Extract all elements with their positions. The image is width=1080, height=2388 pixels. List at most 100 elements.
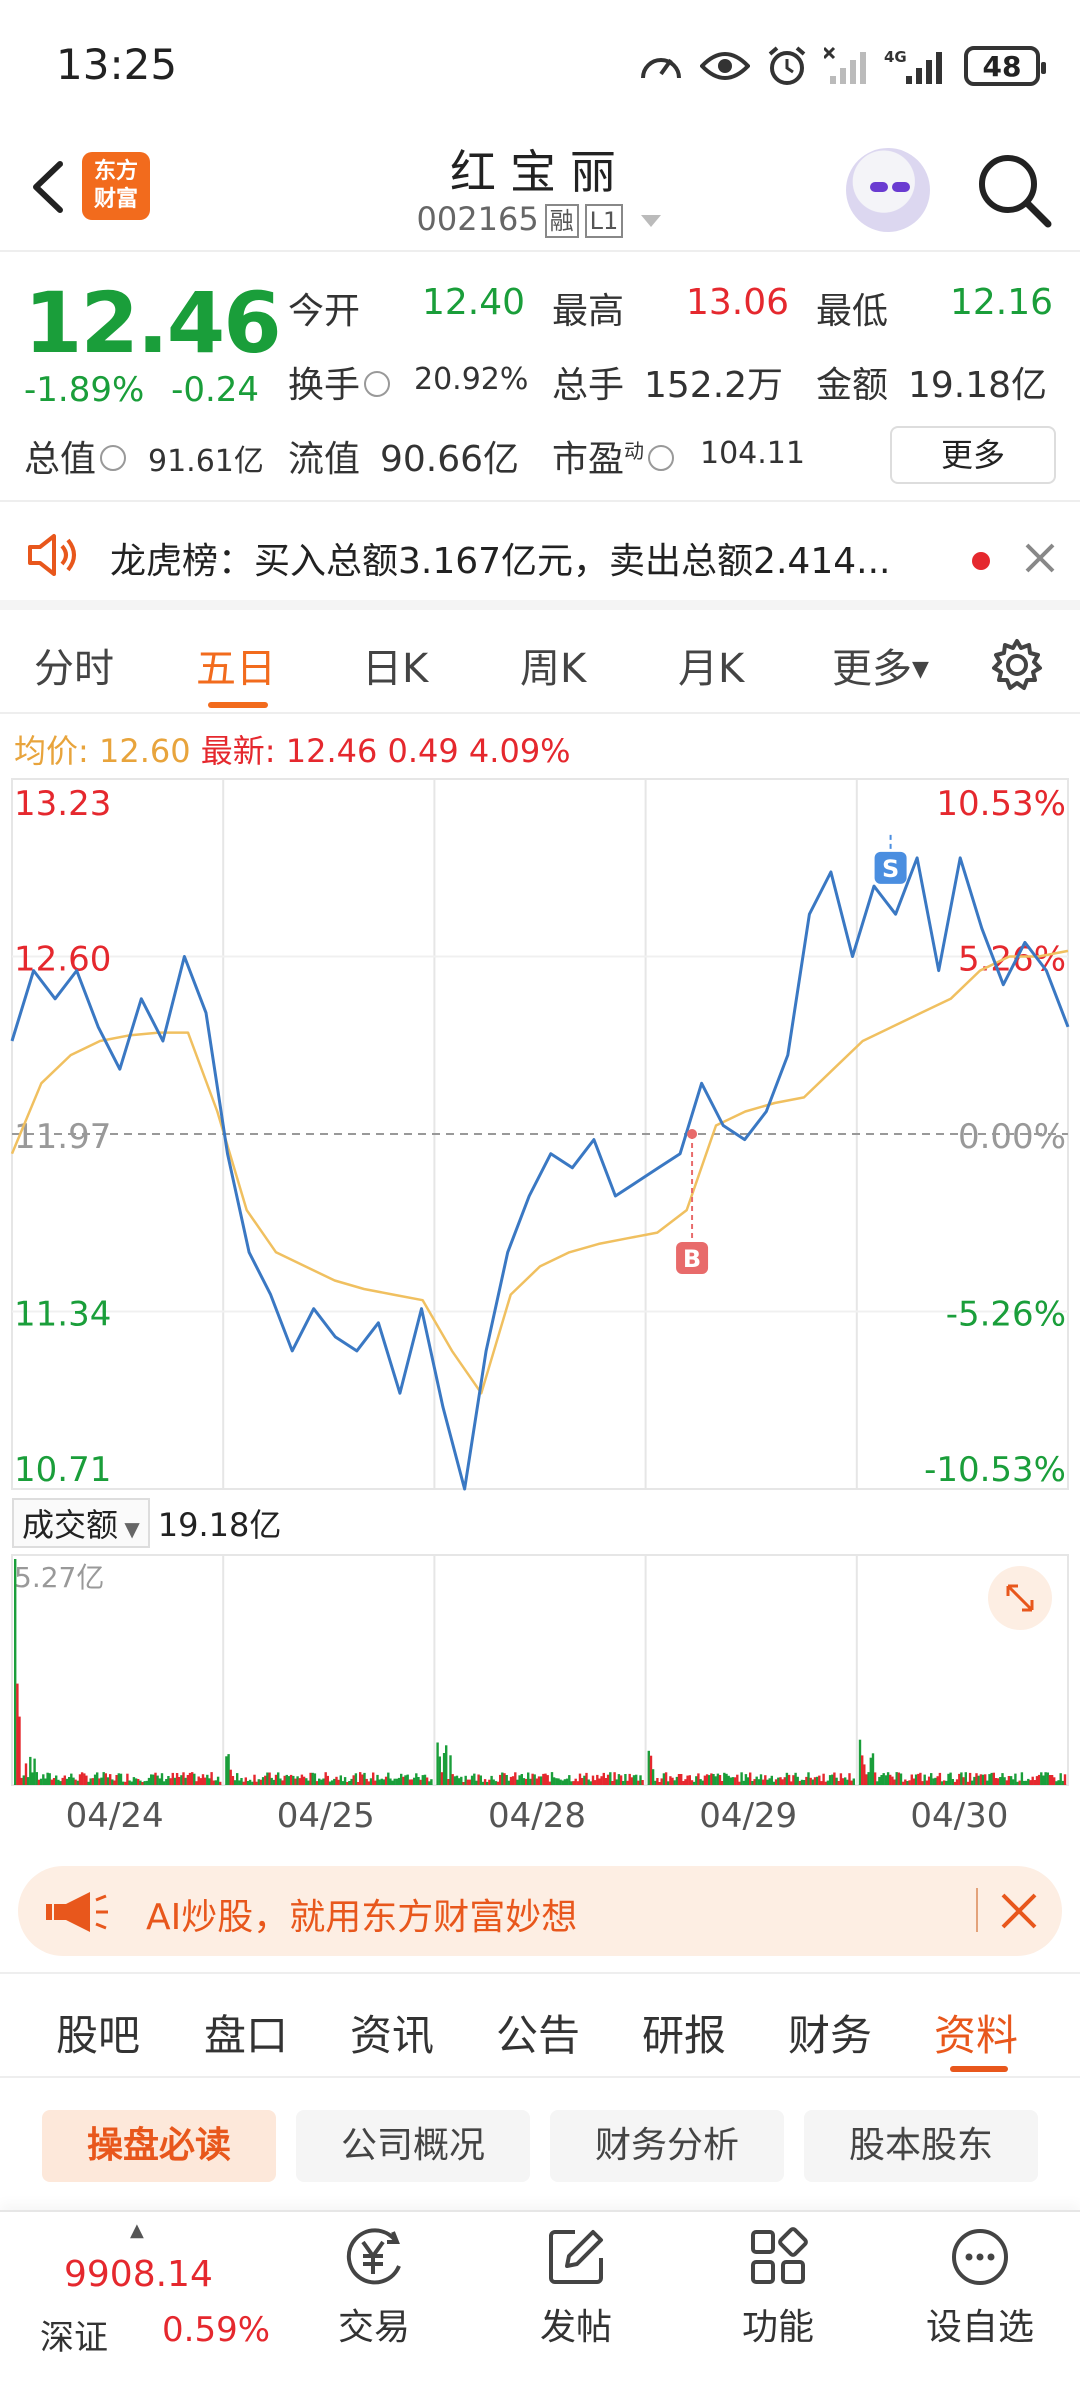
volume-bar <box>391 1780 394 1785</box>
close-icon[interactable] <box>1024 542 1056 574</box>
volume-bar <box>628 1773 631 1785</box>
info-icon[interactable] <box>100 445 127 471</box>
tab-announcements[interactable]: 公告 <box>496 2002 580 2063</box>
tab-five-day[interactable]: 五日 <box>196 636 276 694</box>
dropdown-icon: ▼ <box>912 657 929 682</box>
dropdown-icon <box>641 215 662 227</box>
close-icon[interactable] <box>1000 1892 1038 1930</box>
high-value: 13.06 <box>686 282 790 323</box>
tab-daily-k[interactable]: 日K <box>362 636 428 694</box>
volume-bar <box>637 1780 640 1785</box>
volume-bar <box>953 1781 957 1785</box>
volume-bar <box>145 1780 149 1785</box>
volume-bar <box>660 1778 663 1785</box>
volume-bar <box>611 1781 614 1785</box>
volume-bar <box>772 1781 776 1785</box>
volume-bar <box>311 1772 314 1785</box>
nav-functions[interactable]: 功能 <box>708 2226 848 2350</box>
settings-gear-icon[interactable] <box>990 638 1044 692</box>
volume-bar <box>162 1781 166 1785</box>
volume-bar <box>1040 1772 1043 1785</box>
volume-bar <box>423 1774 427 1785</box>
search-icon[interactable] <box>974 150 1054 230</box>
info-icon[interactable] <box>648 445 675 471</box>
ad-banner[interactable]: AI炒股，就用东方财富妙想 <box>18 1866 1062 1956</box>
volume-bar <box>343 1777 347 1785</box>
tab-profile[interactable]: 资料 <box>934 2002 1018 2063</box>
avg-price: 12.60 <box>98 732 191 770</box>
tab-news[interactable]: 资讯 <box>350 2002 434 2063</box>
volume-bar <box>858 1739 862 1785</box>
nav-post[interactable]: 发帖 <box>506 2226 646 2350</box>
volume-total: 19.18亿 <box>157 1506 282 1544</box>
status-bar: 13:25 4G 48 <box>0 0 1080 130</box>
volume-bar <box>259 1779 263 1785</box>
volume-bar <box>274 1774 278 1785</box>
volume-bar <box>852 1778 855 1785</box>
mcap-label: 总值 <box>24 430 130 482</box>
volume-bar <box>878 1776 881 1785</box>
ai-assistant-avatar[interactable] <box>846 148 930 232</box>
volume-bar <box>1005 1780 1008 1785</box>
tab-finance[interactable]: 财务 <box>788 2002 872 2063</box>
volume-bar <box>688 1775 691 1785</box>
speed-icon <box>641 58 681 79</box>
volume-bar <box>514 1772 517 1785</box>
five-day-chart[interactable]: 13.23 12.60 11.97 11.34 10.71 10.53% 5.26% 0.00… <box>0 775 1080 1795</box>
volume-bar <box>348 1781 351 1785</box>
tab-research[interactable]: 研报 <box>642 2002 726 2063</box>
volume-bar <box>59 1781 62 1785</box>
volume-bar <box>238 1780 241 1785</box>
volume-type-select[interactable]: 成交额 ▼ <box>12 1498 150 1548</box>
index-name[interactable]: 深证 <box>40 2310 108 2359</box>
volume-bar <box>550 1772 554 1785</box>
notice-bar[interactable]: 龙虎榜：买入总额3.167亿元，卖出总额2.414... <box>0 502 1080 610</box>
profile-subtabs: 操盘必读 公司概况 财务分析 股本股东 <box>0 2110 1080 2200</box>
volume-bar <box>1057 1780 1060 1785</box>
nav-add-watchlist[interactable]: 设自选 <box>910 2226 1050 2350</box>
volume-bar <box>559 1779 562 1785</box>
volume-bar <box>921 1781 924 1785</box>
volume-bar <box>335 1776 338 1785</box>
tab-weekly-k[interactable]: 周K <box>520 636 586 694</box>
pill-financial-analysis[interactable]: 财务分析 <box>550 2110 784 2182</box>
volume-bar <box>718 1775 722 1785</box>
collapse-caret-icon[interactable]: ▲ <box>130 2220 144 2241</box>
tab-pankou[interactable]: 盘口 <box>204 2002 288 2063</box>
volume-bar <box>445 1745 448 1785</box>
volume-bar <box>80 1772 84 1785</box>
tab-intraday[interactable]: 分时 <box>34 636 114 694</box>
volume-bar <box>26 1777 30 1785</box>
tab-more[interactable]: 更多▼ <box>832 636 929 694</box>
volume-bar <box>18 1716 21 1785</box>
expand-button[interactable] <box>988 1566 1052 1630</box>
volume-bar <box>932 1778 935 1785</box>
pill-company-overview[interactable]: 公司概况 <box>296 2110 530 2182</box>
index-value[interactable]: 9908.14 <box>64 2254 213 2295</box>
volume-bar <box>212 1780 215 1785</box>
volume-bar <box>945 1780 948 1785</box>
tab-monthly-k[interactable]: 月K <box>678 636 744 694</box>
more-button[interactable]: 更多 <box>890 426 1056 484</box>
svg-text:4G: 4G <box>884 48 907 66</box>
volume-bar <box>141 1782 144 1785</box>
volume-bar <box>384 1776 388 1785</box>
volume-bar <box>826 1780 830 1785</box>
y-tick-label-left: 11.34 <box>14 1295 111 1335</box>
volume-bar <box>850 1780 853 1785</box>
tab-guba[interactable]: 股吧 <box>56 2002 140 2063</box>
pill-shareholders[interactable]: 股本股东 <box>804 2110 1038 2182</box>
volume-bar <box>29 1756 32 1785</box>
nav-trade[interactable]: 交易 <box>304 2226 444 2350</box>
volume-bar <box>1059 1773 1062 1785</box>
volume-bar <box>677 1774 681 1785</box>
volume-bar <box>986 1780 989 1785</box>
pill-trading-guide[interactable]: 操盘必读 <box>42 2110 276 2182</box>
volume-bar <box>555 1778 558 1785</box>
margin-tag: 融 <box>544 204 579 238</box>
volume-bar <box>738 1781 741 1785</box>
volume-bar <box>346 1782 349 1785</box>
info-icon[interactable] <box>364 371 391 397</box>
volume-bar <box>35 1772 38 1785</box>
index-change[interactable]: 0.59% <box>162 2310 270 2350</box>
